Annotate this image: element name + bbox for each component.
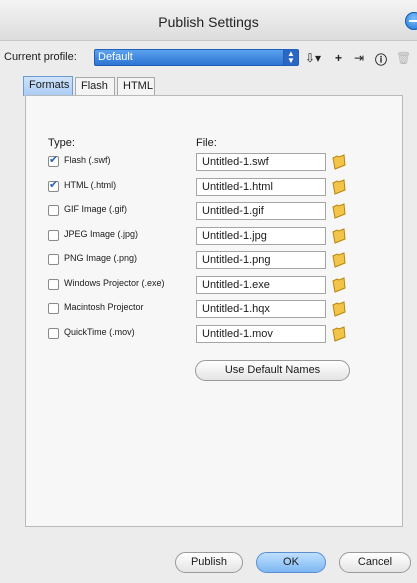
- tab-flash[interactable]: Flash: [75, 77, 115, 95]
- format-checkbox[interactable]: [48, 153, 59, 167]
- info-icon[interactable]: ⓘ: [375, 51, 387, 68]
- folder-icon[interactable]: [332, 227, 346, 244]
- close-icon[interactable]: [405, 12, 417, 30]
- file-name-input[interactable]: Untitled-1.hqx: [196, 300, 326, 318]
- format-row: Macintosh Projector Untitled-1.hqx: [26, 300, 404, 320]
- ok-button[interactable]: OK: [256, 552, 326, 573]
- folder-icon[interactable]: [332, 276, 346, 293]
- file-name-input[interactable]: Untitled-1.jpg: [196, 226, 326, 245]
- format-label: GIF Image (.gif): [64, 204, 128, 214]
- format-checkbox[interactable]: [48, 327, 59, 339]
- type-header: Type:: [48, 137, 75, 149]
- format-label: Flash (.swf): [64, 155, 111, 165]
- profile-select[interactable]: Default ▲ ▼: [94, 49, 299, 66]
- folder-icon[interactable]: [332, 203, 346, 219]
- profile-row: Current profile: Default ▲ ▼ ⇩▾ + ⇥ ⓘ 🗑: [0, 48, 417, 68]
- file-name-input[interactable]: Untitled-1.exe: [196, 275, 326, 294]
- import-export-icon[interactable]: ⇩▾: [305, 51, 321, 65]
- format-label: PNG Image (.png): [64, 253, 138, 263]
- window-title: Publish Settings: [158, 14, 259, 30]
- profile-value: Default: [98, 51, 133, 63]
- file-header: File:: [196, 137, 217, 149]
- chevron-updown-icon: ▲ ▼: [283, 50, 298, 65]
- file-name-input[interactable]: Untitled-1.mov: [196, 324, 326, 343]
- file-name-input[interactable]: Untitled-1.swf: [196, 153, 326, 171]
- format-checkbox[interactable]: [48, 303, 59, 314]
- format-checkbox[interactable]: [48, 205, 59, 216]
- folder-icon[interactable]: [332, 301, 346, 317]
- plus-icon[interactable]: +: [335, 51, 342, 65]
- profile-label: Current profile:: [4, 51, 77, 63]
- format-label: JPEG Image (.jpg): [64, 228, 139, 239]
- duplicate-icon[interactable]: ⇥: [354, 51, 364, 65]
- cancel-button[interactable]: Cancel: [339, 552, 411, 573]
- format-row: Flash (.swf) Untitled-1.swf: [26, 153, 404, 173]
- folder-icon[interactable]: [332, 154, 346, 170]
- format-checkbox[interactable]: [48, 229, 59, 241]
- file-name-input[interactable]: Untitled-1.html: [196, 177, 326, 196]
- format-label: QuickTime (.mov): [64, 326, 135, 337]
- trash-icon[interactable]: 🗑: [396, 51, 411, 65]
- format-row: Windows Projector (.exe) Untitled-1.exe: [26, 275, 404, 296]
- format-label: Macintosh Projector: [64, 302, 144, 312]
- format-checkbox[interactable]: [48, 178, 59, 192]
- folder-icon[interactable]: [332, 178, 346, 195]
- folder-icon[interactable]: [332, 325, 346, 342]
- format-row: QuickTime (.mov) Untitled-1.mov: [26, 324, 404, 345]
- format-checkbox[interactable]: [48, 254, 59, 265]
- file-name-input[interactable]: Untitled-1.png: [196, 251, 326, 269]
- use-default-names-button[interactable]: Use Default Names: [195, 360, 350, 381]
- tab-formats[interactable]: Formats: [23, 76, 73, 96]
- formats-panel: Type: File: Flash (.swf) Untitled-1.swf HT…: [25, 95, 403, 527]
- tab-html[interactable]: HTML: [117, 77, 155, 95]
- format-row: GIF Image (.gif) Untitled-1.gif: [26, 202, 404, 222]
- folder-icon[interactable]: [332, 252, 346, 268]
- format-row: PNG Image (.png) Untitled-1.png: [26, 251, 404, 271]
- publish-button[interactable]: Publish: [175, 552, 243, 573]
- format-row: JPEG Image (.jpg) Untitled-1.jpg: [26, 226, 404, 247]
- format-label: Windows Projector (.exe): [64, 277, 165, 288]
- format-checkbox[interactable]: [48, 278, 59, 290]
- file-name-input[interactable]: Untitled-1.gif: [196, 202, 326, 220]
- title-bar: Publish Settings: [0, 0, 417, 41]
- format-row: HTML (.html) Untitled-1.html: [26, 177, 404, 198]
- format-label: HTML (.html): [64, 179, 117, 190]
